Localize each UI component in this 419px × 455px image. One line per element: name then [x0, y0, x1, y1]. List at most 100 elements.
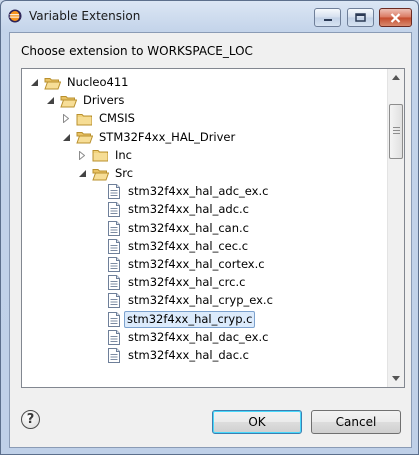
tree-item-icon: [44, 76, 66, 90]
tree-item-label: stm32f4xx_hal_dac.c: [128, 348, 249, 362]
collapsed-triangle-icon: [63, 114, 69, 124]
tree-folder-item[interactable]: CMSIS: [60, 109, 136, 128]
cancel-button[interactable]: Cancel: [311, 410, 401, 434]
tree-file-item[interactable]: stm32f4xx_hal_can.c: [92, 219, 250, 238]
maximize-icon: [355, 13, 366, 22]
dialog-body: Choose extension to WORKSPACE_LOC Nucleo…: [9, 32, 412, 448]
tree-expander: [92, 204, 104, 216]
tree-item-icon: [76, 130, 98, 144]
c-file-icon: [108, 348, 120, 363]
tree-item-icon: [108, 348, 127, 363]
help-icon: ?: [26, 412, 35, 427]
tree-file-item[interactable]: stm32f4xx_hal_dac_ex.c: [92, 328, 269, 347]
tree-item-icon: [108, 184, 127, 200]
tree-expander[interactable]: [76, 168, 88, 180]
expanded-triangle-icon: [46, 97, 54, 105]
tree-folder-item[interactable]: Inc: [76, 146, 133, 165]
tree-folder-item[interactable]: STM32F4xx_HAL_Driver: [60, 128, 236, 147]
tree-file-item[interactable]: stm32f4xx_hal_cryp_ex.c: [92, 291, 274, 310]
open-folder-icon: [44, 77, 61, 89]
c-file-icon: [108, 257, 120, 272]
tree-item-label: CMSIS: [99, 111, 135, 126]
tree-expander[interactable]: [44, 95, 56, 107]
ok-button[interactable]: OK: [212, 410, 302, 434]
tree-item-icon: [108, 220, 127, 236]
scroll-down-button[interactable]: [388, 370, 404, 387]
thumb-grip-line: [393, 133, 400, 134]
tree-item-icon: [92, 148, 114, 162]
tree-item-icon: [108, 202, 127, 218]
tree-expander: [92, 222, 104, 234]
c-file-icon: [108, 220, 120, 236]
tree-expander: [92, 240, 104, 252]
tree-item-icon: [108, 275, 127, 291]
tree-expander: [92, 295, 104, 307]
tree-item-icon: [60, 94, 82, 108]
open-folder-icon: [76, 132, 93, 144]
tree-expander: [92, 331, 104, 343]
collapsed-triangle-icon: [79, 150, 85, 160]
tree-folder-item[interactable]: Nucleo411: [28, 73, 129, 92]
folder-icon: [92, 150, 108, 162]
tree-expander: [92, 186, 104, 198]
c-file-icon: [108, 275, 120, 291]
tree-item-label: stm32f4xx_hal_cryp.c: [124, 310, 256, 328]
close-icon: [390, 12, 401, 23]
tree-file-item[interactable]: stm32f4xx_hal_dac.c: [92, 346, 250, 365]
vertical-scrollbar[interactable]: [387, 69, 404, 387]
thumb-grip-line: [393, 130, 400, 131]
expanded-triangle-icon: [30, 79, 38, 86]
minimize-icon: [323, 18, 332, 21]
window-title: Variable Extension: [29, 9, 141, 23]
extension-tree[interactable]: Nucleo411 Drivers CMSIS STM32F4xx_HAL_Drive…: [21, 68, 405, 388]
maximize-button[interactable]: [347, 8, 374, 27]
tree-item-label: stm32f4xx_hal_cryp_ex.c: [128, 293, 273, 308]
chevron-up-icon: [392, 75, 400, 80]
folder-icon: [76, 113, 92, 126]
tree-folder-item[interactable]: Drivers: [44, 91, 125, 110]
scroll-up-button[interactable]: [388, 69, 404, 86]
tree-file-item[interactable]: stm32f4xx_hal_adc_ex.c: [92, 182, 269, 201]
tree-item-label: stm32f4xx_hal_cec.c: [128, 238, 249, 253]
tree-item-label: stm32f4xx_hal_cortex.c: [128, 257, 265, 271]
tree-file-item[interactable]: stm32f4xx_hal_adc.c: [92, 200, 250, 219]
dialog-prompt: Choose extension to WORKSPACE_LOC: [21, 44, 253, 58]
scroll-thumb[interactable]: [389, 104, 403, 159]
open-folder-icon: [60, 95, 77, 108]
chevron-down-icon: [392, 376, 400, 381]
c-file-icon: [108, 238, 120, 254]
tree-expander[interactable]: [60, 113, 72, 125]
tree-expander[interactable]: [76, 149, 88, 161]
tree-item-label: Src: [115, 166, 134, 180]
tree-expander[interactable]: [28, 77, 40, 89]
eclipse-icon: [8, 9, 22, 23]
tree-item-label: stm32f4xx_hal_adc_ex.c: [128, 184, 269, 199]
tree-item-icon: [108, 329, 127, 345]
c-file-icon: [108, 184, 120, 200]
tree-item-label: stm32f4xx_hal_dac_ex.c: [128, 329, 269, 344]
tree-folder-item[interactable]: Src: [76, 164, 134, 183]
open-folder-icon: [92, 168, 109, 180]
c-file-icon: [108, 293, 120, 309]
tree-expander: [92, 313, 104, 325]
tree-file-item[interactable]: stm32f4xx_hal_cortex.c: [92, 255, 266, 274]
tree-item-icon: [108, 238, 127, 254]
tree-expander[interactable]: [60, 131, 72, 143]
minimize-button[interactable]: [314, 8, 341, 27]
thumb-grip-line: [393, 127, 400, 128]
help-button[interactable]: ?: [21, 410, 40, 429]
c-file-icon: [108, 202, 120, 218]
tree-file-item[interactable]: stm32f4xx_hal_crc.c: [92, 273, 246, 292]
tree-expander: [92, 350, 104, 362]
tree-item-label: Inc: [115, 147, 133, 162]
tree-item-label: Drivers: [83, 93, 125, 108]
tree-item-icon: [108, 293, 127, 309]
dialog-window: Variable Extension Choose extension to W…: [0, 0, 419, 455]
tree-item-icon: [108, 257, 127, 272]
close-button[interactable]: [379, 8, 412, 27]
title-bar[interactable]: Variable Extension: [1, 1, 418, 31]
tree-file-item[interactable]: stm32f4xx_hal_cec.c: [92, 237, 249, 256]
tree-item-label: stm32f4xx_hal_crc.c: [128, 275, 246, 290]
tree-item-label: stm32f4xx_hal_adc.c: [128, 202, 249, 217]
tree-file-item[interactable]: stm32f4xx_hal_cryp.c: [92, 310, 256, 329]
